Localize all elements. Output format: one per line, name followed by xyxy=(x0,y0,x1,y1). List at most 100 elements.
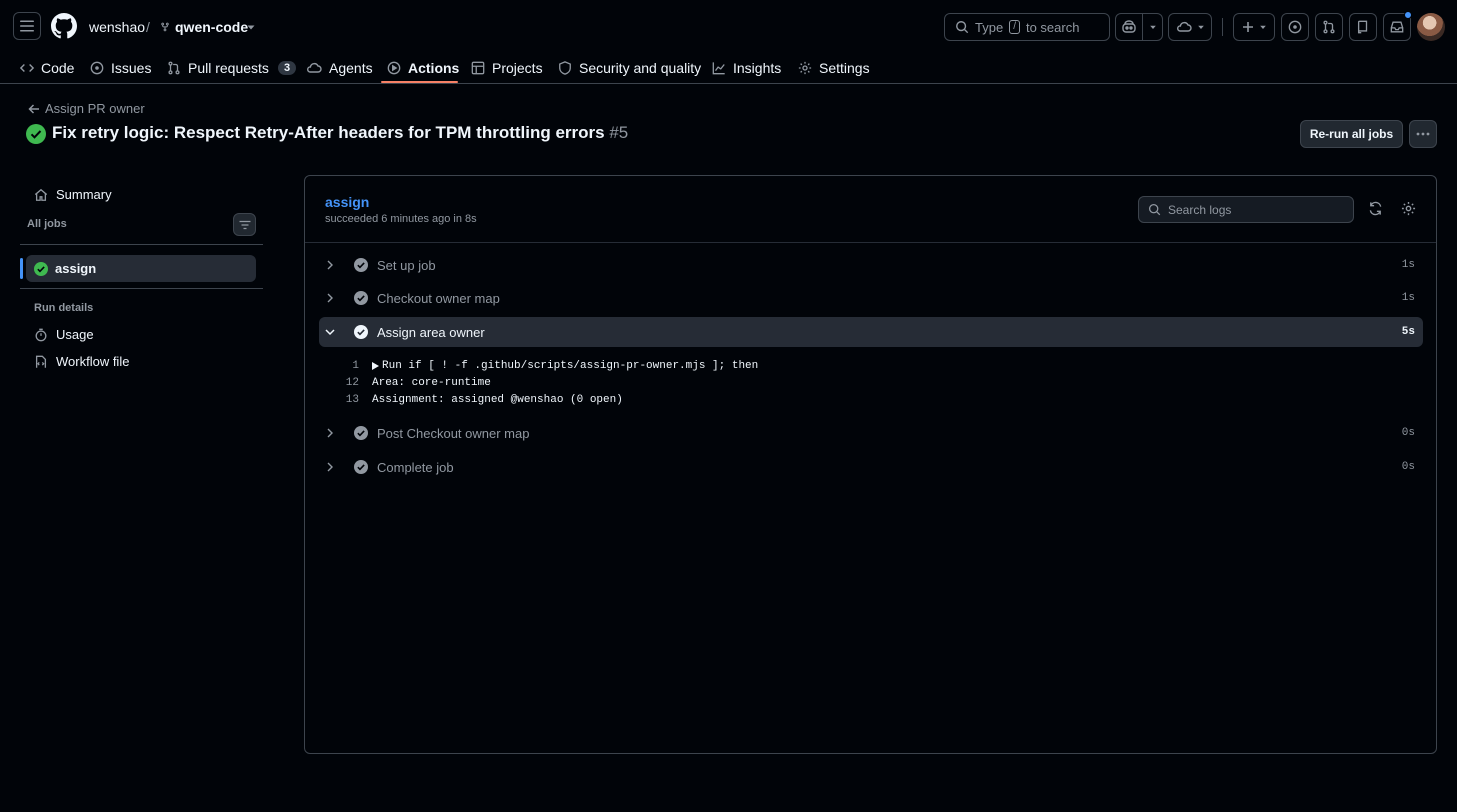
step-post-checkout-owner-map[interactable]: Post Checkout owner map 0s xyxy=(319,418,1423,448)
chevron-down-icon xyxy=(325,327,341,337)
plus-icon xyxy=(1242,21,1254,33)
job-name-link[interactable]: assign xyxy=(325,194,369,210)
log-settings-gear-icon[interactable] xyxy=(1401,201,1416,216)
refresh-icon[interactable] xyxy=(1368,201,1383,216)
tab-label: Code xyxy=(41,60,75,76)
avatar[interactable] xyxy=(1417,13,1445,41)
sidebar-usage[interactable]: Usage xyxy=(34,327,94,342)
tab-settings[interactable]: Settings xyxy=(798,52,870,84)
issue-icon xyxy=(1288,20,1302,34)
chevron-right-icon xyxy=(325,462,341,472)
step-success-icon xyxy=(354,426,368,440)
tab-issues[interactable]: Issues xyxy=(90,52,151,84)
selected-job-indicator xyxy=(20,258,23,279)
step-duration: 0s xyxy=(1401,461,1415,473)
log-line[interactable]: 13 Assignment: assigned @wenshao (0 open… xyxy=(335,391,623,408)
tab-label: Agents xyxy=(329,60,373,76)
table-icon xyxy=(471,61,485,75)
graph-icon xyxy=(712,61,726,75)
tab-projects[interactable]: Projects xyxy=(471,52,543,84)
run-title: Fix retry logic: Respect Retry-After hea… xyxy=(52,123,605,142)
codespaces-button[interactable] xyxy=(1168,13,1212,41)
sidebar-usage-label: Usage xyxy=(56,327,94,342)
log-line-number: 1 xyxy=(352,359,359,372)
repositories-shortcut-button[interactable] xyxy=(1349,13,1377,41)
issues-shortcut-button[interactable] xyxy=(1281,13,1309,41)
shield-icon xyxy=(558,61,572,75)
copilot-dropdown-button[interactable] xyxy=(1142,13,1163,41)
menu-button[interactable] xyxy=(13,12,41,40)
chevron-right-icon xyxy=(325,428,341,438)
filter-icon xyxy=(239,220,251,230)
run-number: #5 xyxy=(609,123,629,142)
log-line-number: 13 xyxy=(345,393,359,406)
search-logs-input[interactable]: Search logs xyxy=(1138,196,1354,223)
tab-label: Insights xyxy=(733,60,782,76)
create-new-button[interactable] xyxy=(1233,13,1275,41)
log-line-number: 12 xyxy=(345,376,359,389)
panel-divider xyxy=(305,242,1436,243)
repo-link[interactable]: qwen-code xyxy=(175,19,248,35)
code-icon xyxy=(20,61,34,75)
expand-group-icon[interactable] xyxy=(372,361,379,370)
tab-label: Issues xyxy=(111,60,152,76)
tab-agents[interactable]: Agents xyxy=(306,52,373,84)
global-search-input[interactable]: Type / to search xyxy=(944,13,1110,41)
search-icon xyxy=(955,20,969,34)
log-line-text: Area: core-runtime xyxy=(372,376,491,389)
tab-insights[interactable]: Insights xyxy=(712,52,781,84)
search-icon xyxy=(1148,203,1161,216)
owner-link[interactable]: wenshao xyxy=(89,19,145,35)
log-line[interactable]: 12 Area: core-runtime xyxy=(335,374,491,391)
file-code-icon xyxy=(34,355,48,369)
run-details-heading: Run details xyxy=(34,302,94,314)
run-success-icon xyxy=(26,124,46,144)
play-icon xyxy=(387,61,401,75)
step-name: Set up job xyxy=(377,257,436,273)
repo-dropdown-icon[interactable] xyxy=(246,22,256,32)
step-name: Assign area owner xyxy=(377,324,485,340)
tab-security[interactable]: Security and quality xyxy=(558,52,701,84)
filter-jobs-button[interactable] xyxy=(233,213,256,236)
page-title: Fix retry logic: Respect Retry-After hea… xyxy=(52,123,628,143)
search-logs-placeholder: Search logs xyxy=(1168,202,1232,217)
sidebar-workflow-file[interactable]: Workflow file xyxy=(34,354,129,369)
step-success-icon xyxy=(354,291,368,305)
rerun-all-jobs-button[interactable]: Re-run all jobs xyxy=(1300,120,1403,148)
step-duration: 1s xyxy=(1401,292,1415,304)
chevron-down-icon xyxy=(1149,23,1157,31)
tab-label: Projects xyxy=(492,60,543,76)
hamburger-icon xyxy=(19,18,35,34)
step-set-up-job[interactable]: Set up job 1s xyxy=(319,250,1423,280)
cloud-icon xyxy=(1176,20,1192,34)
github-logo-icon[interactable] xyxy=(51,13,77,39)
pull-requests-count: 3 xyxy=(277,61,297,75)
step-complete-job[interactable]: Complete job 0s xyxy=(319,452,1423,482)
header-divider xyxy=(1222,18,1223,36)
agents-icon xyxy=(306,61,322,75)
more-actions-button[interactable] xyxy=(1409,120,1437,148)
back-link[interactable]: Assign PR owner xyxy=(28,101,145,116)
step-checkout-owner-map[interactable]: Checkout owner map 1s xyxy=(319,283,1423,313)
step-success-icon xyxy=(354,460,368,474)
pull-request-icon xyxy=(1322,20,1336,34)
sidebar-summary[interactable]: Summary xyxy=(34,187,112,202)
arrow-left-icon xyxy=(28,103,40,115)
repo-navigation: Code Issues Pull requests 3 Agents Actio… xyxy=(0,52,1457,84)
log-line[interactable]: 1 Run if [ ! -f .github/scripts/assign-p… xyxy=(335,357,758,374)
copilot-button[interactable] xyxy=(1115,13,1143,41)
pull-requests-shortcut-button[interactable] xyxy=(1315,13,1343,41)
tab-code[interactable]: Code xyxy=(20,52,74,84)
sidebar-job-assign[interactable]: assign xyxy=(26,255,256,282)
sidebar-divider xyxy=(20,288,263,289)
log-line-text: Assignment: assigned @wenshao (0 open) xyxy=(372,393,623,406)
tab-actions[interactable]: Actions xyxy=(387,52,459,84)
tab-pull-requests[interactable]: Pull requests 3 xyxy=(167,52,297,84)
chevron-down-icon xyxy=(1197,23,1205,31)
issue-icon xyxy=(90,61,104,75)
tab-label: Security and quality xyxy=(579,60,702,76)
active-tab-indicator xyxy=(381,81,458,83)
step-assign-area-owner[interactable]: Assign area owner 5s xyxy=(319,317,1423,347)
tab-label: Actions xyxy=(408,60,460,76)
gear-icon xyxy=(798,61,812,75)
